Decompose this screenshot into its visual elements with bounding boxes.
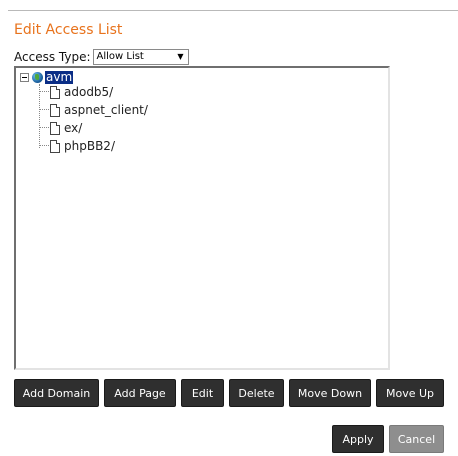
globe-icon xyxy=(32,71,43,83)
access-type-select[interactable]: Allow List ▼ xyxy=(92,49,189,65)
tree-item[interactable]: ex/ xyxy=(39,120,82,136)
tree-item[interactable]: adodb5/ xyxy=(39,84,113,100)
collapse-icon[interactable] xyxy=(20,72,29,82)
move-up-button[interactable]: Move Up xyxy=(376,379,444,407)
tree-root-node[interactable]: avm xyxy=(20,70,74,84)
dialog-title: Edit Access List xyxy=(14,22,123,38)
tree-item-label[interactable]: aspnet_client/ xyxy=(64,103,148,117)
apply-button[interactable]: Apply xyxy=(332,425,384,453)
edit-access-list-dialog: Edit Access List Access Type: Allow List… xyxy=(0,0,458,456)
tree-item[interactable]: aspnet_client/ xyxy=(39,102,148,118)
document-icon xyxy=(50,85,60,99)
access-type-selected-value: Allow List xyxy=(96,51,144,62)
tree-item-label[interactable]: adodb5/ xyxy=(64,85,113,99)
top-divider xyxy=(8,10,458,11)
tree-item[interactable]: phpBB2/ xyxy=(39,138,115,154)
edit-button[interactable]: Edit xyxy=(181,379,224,407)
add-domain-button[interactable]: Add Domain xyxy=(14,379,99,407)
tree-item-label[interactable]: phpBB2/ xyxy=(64,139,115,153)
delete-button[interactable]: Delete xyxy=(229,379,284,407)
tree-branch-line xyxy=(39,145,49,147)
tree-item-label[interactable]: ex/ xyxy=(64,121,82,135)
move-down-button[interactable]: Move Down xyxy=(289,379,371,407)
add-page-button[interactable]: Add Page xyxy=(104,379,176,407)
tree-branch-line xyxy=(39,127,49,129)
dropdown-arrow-icon: ▼ xyxy=(177,52,184,61)
document-icon xyxy=(50,139,60,153)
cancel-button[interactable]: Cancel xyxy=(389,425,444,453)
access-tree[interactable]: avm adodb5/ aspnet_client/ ex/ phpBB2/ xyxy=(14,66,390,370)
tree-branch-line xyxy=(39,109,49,111)
document-icon xyxy=(50,103,60,117)
access-type-row: Access Type: Allow List ▼ xyxy=(14,48,189,66)
access-type-label: Access Type: xyxy=(14,50,91,64)
tree-branch-line xyxy=(39,91,49,93)
document-icon xyxy=(50,121,60,135)
tree-root-label[interactable]: avm xyxy=(45,70,74,84)
